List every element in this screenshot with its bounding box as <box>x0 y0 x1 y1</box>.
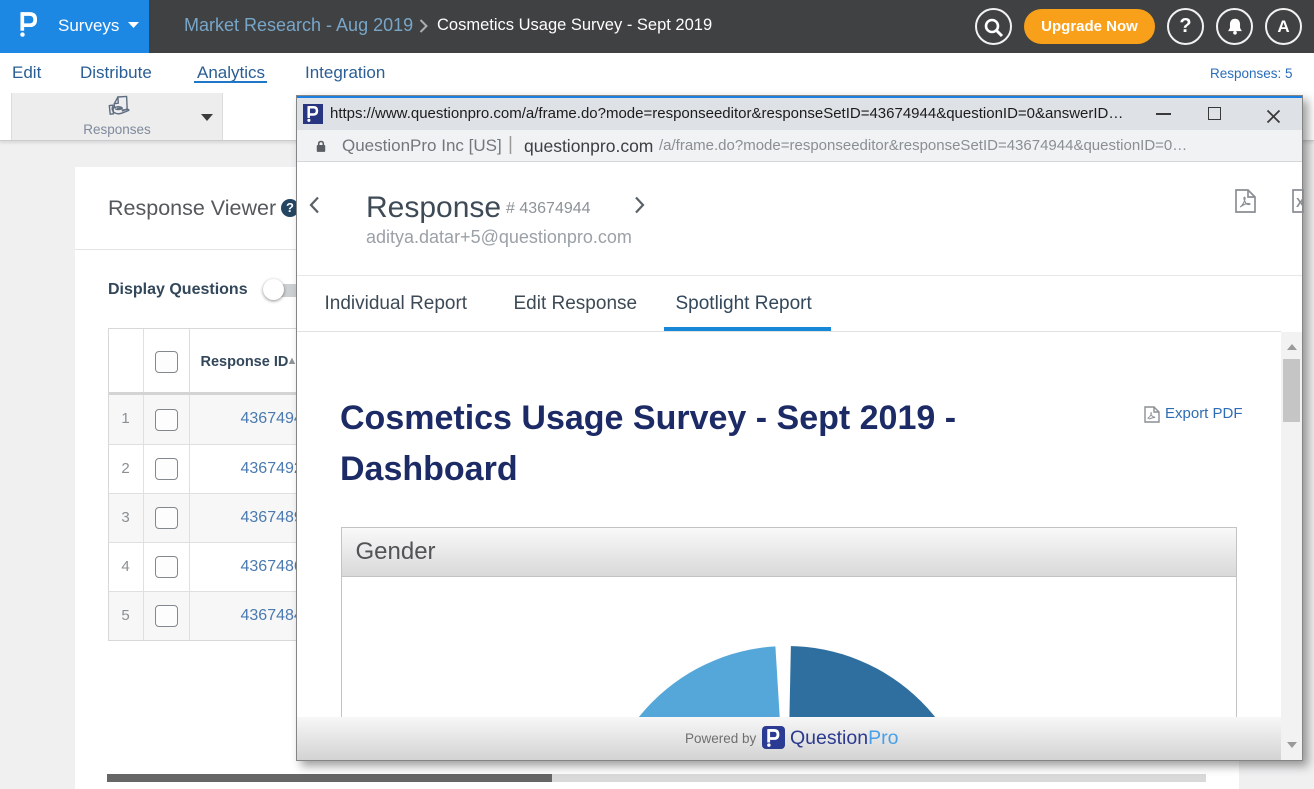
svg-text:X: X <box>1296 195 1304 210</box>
